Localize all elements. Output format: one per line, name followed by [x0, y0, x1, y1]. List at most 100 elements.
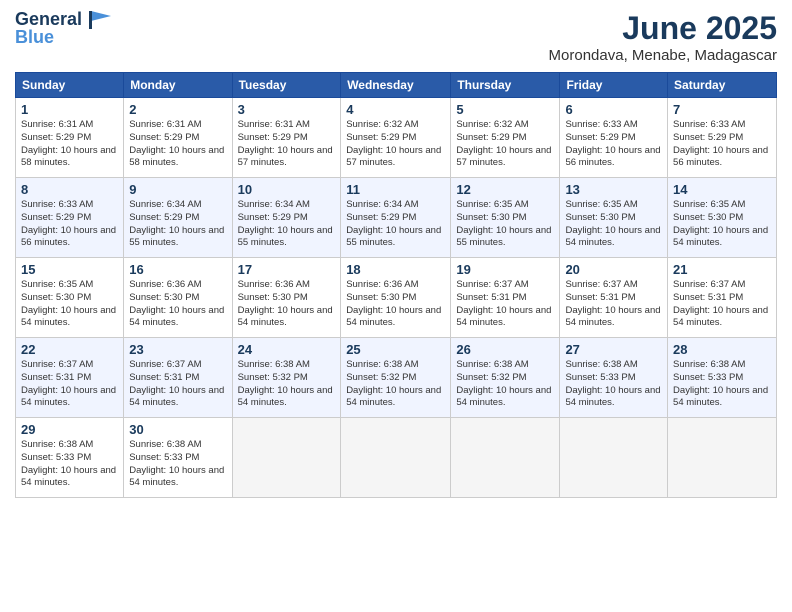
day-number: 5 [456, 102, 554, 117]
calendar-cell: 8Sunrise: 6:33 AMSunset: 5:29 PMDaylight… [16, 178, 124, 258]
day-number: 13 [565, 182, 662, 197]
calendar-cell [232, 418, 341, 498]
day-info: Sunrise: 6:34 AMSunset: 5:29 PMDaylight:… [129, 199, 226, 250]
day-number: 20 [565, 262, 662, 277]
day-number: 23 [129, 342, 226, 357]
calendar-header-wednesday: Wednesday [341, 73, 451, 98]
calendar-cell: 3 Sunrise: 6:31 AMSunset: 5:29 PMDaylight… [232, 98, 341, 178]
calendar-cell: 24Sunrise: 6:38 AMSunset: 5:32 PMDayligh… [232, 338, 341, 418]
day-number: 14 [673, 182, 771, 197]
calendar-header-monday: Monday [124, 73, 232, 98]
logo-flag-icon [89, 11, 111, 29]
calendar-cell: 26Sunrise: 6:38 AMSunset: 5:32 PMDayligh… [451, 338, 560, 418]
calendar-header-row: SundayMondayTuesdayWednesdayThursdayFrid… [16, 73, 777, 98]
day-info: Sunrise: 6:38 AMSunset: 5:33 PMDaylight:… [673, 359, 771, 410]
calendar-cell: 13 Sunrise: 6:35 AMSunset: 5:30 PMDayligh… [560, 178, 668, 258]
calendar-cell: 16 Sunrise: 6:36 AMSunset: 5:30 PMDayligh… [124, 258, 232, 338]
calendar-cell [668, 418, 777, 498]
logo-general: General [15, 9, 82, 29]
location: Morondava, Menabe, Madagascar [549, 47, 777, 64]
calendar-cell [560, 418, 668, 498]
calendar-cell: 28 Sunrise: 6:38 AMSunset: 5:33 PMDayligh… [668, 338, 777, 418]
day-info: Sunrise: 6:36 AMSunset: 5:30 PMDaylight:… [346, 279, 445, 330]
day-number: 26 [456, 342, 554, 357]
day-info: Sunrise: 6:36 AMSunset: 5:30 PMDaylight:… [129, 279, 226, 330]
day-info: Sunrise: 6:34 AMSunset: 5:29 PMDaylight:… [346, 199, 445, 250]
day-info: Sunrise: 6:35 AMSunset: 5:30 PMDaylight:… [565, 199, 662, 250]
calendar: SundayMondayTuesdayWednesdayThursdayFrid… [15, 72, 777, 498]
calendar-cell: 17Sunrise: 6:36 AMSunset: 5:30 PMDayligh… [232, 258, 341, 338]
month-title: June 2025 [549, 10, 777, 47]
day-number: 1 [21, 102, 118, 117]
logo-blue: Blue [15, 28, 113, 48]
day-info: Sunrise: 6:31 AMSunset: 5:29 PMDaylight:… [238, 119, 336, 170]
calendar-cell: 29 Sunrise: 6:38 AMSunset: 5:33 PMDayligh… [16, 418, 124, 498]
day-info: Sunrise: 6:38 AMSunset: 5:33 PMDaylight:… [565, 359, 662, 410]
day-number: 3 [238, 102, 336, 117]
calendar-cell: 11 Sunrise: 6:34 AMSunset: 5:29 PMDayligh… [341, 178, 451, 258]
day-info: Sunrise: 6:35 AMSunset: 5:30 PMDaylight:… [456, 199, 554, 250]
day-info: Sunrise: 6:31 AMSunset: 5:29 PMDaylight:… [129, 119, 226, 170]
calendar-cell: 23 Sunrise: 6:37 AMSunset: 5:31 PMDayligh… [124, 338, 232, 418]
day-info: Sunrise: 6:38 AMSunset: 5:32 PMDaylight:… [346, 359, 445, 410]
day-number: 6 [565, 102, 662, 117]
day-number: 28 [673, 342, 771, 357]
day-number: 11 [346, 182, 445, 197]
calendar-cell: 19Sunrise: 6:37 AMSunset: 5:31 PMDayligh… [451, 258, 560, 338]
calendar-cell: 27 Sunrise: 6:38 AMSunset: 5:33 PMDayligh… [560, 338, 668, 418]
day-number: 30 [129, 422, 226, 437]
page: General Blue June 2025 Morondava, Menabe… [0, 0, 792, 612]
day-number: 4 [346, 102, 445, 117]
day-number: 29 [21, 422, 118, 437]
day-number: 15 [21, 262, 118, 277]
day-number: 2 [129, 102, 226, 117]
day-info: Sunrise: 6:32 AMSunset: 5:29 PMDaylight:… [456, 119, 554, 170]
day-info: Sunrise: 6:37 AMSunset: 5:31 PMDaylight:… [565, 279, 662, 330]
calendar-header-sunday: Sunday [16, 73, 124, 98]
calendar-header-thursday: Thursday [451, 73, 560, 98]
calendar-cell: 18Sunrise: 6:36 AMSunset: 5:30 PMDayligh… [341, 258, 451, 338]
day-number: 25 [346, 342, 445, 357]
day-info: Sunrise: 6:38 AMSunset: 5:33 PMDaylight:… [21, 439, 118, 490]
calendar-cell: 14 Sunrise: 6:35 AMSunset: 5:30 PMDayligh… [668, 178, 777, 258]
day-number: 17 [238, 262, 336, 277]
day-number: 27 [565, 342, 662, 357]
calendar-row: 29 Sunrise: 6:38 AMSunset: 5:33 PMDayligh… [16, 418, 777, 498]
day-info: Sunrise: 6:31 AMSunset: 5:29 PMDaylight:… [21, 119, 118, 170]
day-info: Sunrise: 6:37 AMSunset: 5:31 PMDaylight:… [129, 359, 226, 410]
calendar-cell: 10Sunrise: 6:34 AMSunset: 5:29 PMDayligh… [232, 178, 341, 258]
calendar-cell: 30Sunrise: 6:38 AMSunset: 5:33 PMDayligh… [124, 418, 232, 498]
header: General Blue June 2025 Morondava, Menabe… [15, 10, 777, 64]
day-info: Sunrise: 6:35 AMSunset: 5:30 PMDaylight:… [673, 199, 771, 250]
day-number: 9 [129, 182, 226, 197]
day-number: 16 [129, 262, 226, 277]
calendar-cell: 2 Sunrise: 6:31 AMSunset: 5:29 PMDaylight… [124, 98, 232, 178]
calendar-row: 15 Sunrise: 6:35 AMSunset: 5:30 PMDayligh… [16, 258, 777, 338]
calendar-cell: 21 Sunrise: 6:37 AMSunset: 5:31 PMDayligh… [668, 258, 777, 338]
day-number: 10 [238, 182, 336, 197]
day-info: Sunrise: 6:37 AMSunset: 5:31 PMDaylight:… [673, 279, 771, 330]
day-info: Sunrise: 6:32 AMSunset: 5:29 PMDaylight:… [346, 119, 445, 170]
calendar-header-saturday: Saturday [668, 73, 777, 98]
day-number: 24 [238, 342, 336, 357]
title-block: June 2025 Morondava, Menabe, Madagascar [549, 10, 777, 64]
calendar-cell: 12 Sunrise: 6:35 AMSunset: 5:30 PMDayligh… [451, 178, 560, 258]
day-info: Sunrise: 6:35 AMSunset: 5:30 PMDaylight:… [21, 279, 118, 330]
day-info: Sunrise: 6:37 AMSunset: 5:31 PMDaylight:… [21, 359, 118, 410]
day-info: Sunrise: 6:33 AMSunset: 5:29 PMDaylight:… [673, 119, 771, 170]
calendar-row: 8Sunrise: 6:33 AMSunset: 5:29 PMDaylight… [16, 178, 777, 258]
calendar-cell: 9 Sunrise: 6:34 AMSunset: 5:29 PMDaylight… [124, 178, 232, 258]
day-info: Sunrise: 6:33 AMSunset: 5:29 PMDaylight:… [565, 119, 662, 170]
day-number: 21 [673, 262, 771, 277]
calendar-cell: 22 Sunrise: 6:37 AMSunset: 5:31 PMDayligh… [16, 338, 124, 418]
calendar-header-tuesday: Tuesday [232, 73, 341, 98]
calendar-cell: 4 Sunrise: 6:32 AMSunset: 5:29 PMDaylight… [341, 98, 451, 178]
day-info: Sunrise: 6:37 AMSunset: 5:31 PMDaylight:… [456, 279, 554, 330]
calendar-cell: 6 Sunrise: 6:33 AMSunset: 5:29 PMDaylight… [560, 98, 668, 178]
calendar-cell [451, 418, 560, 498]
day-number: 22 [21, 342, 118, 357]
calendar-row: 1 Sunrise: 6:31 AMSunset: 5:29 PMDaylight… [16, 98, 777, 178]
day-number: 12 [456, 182, 554, 197]
day-number: 7 [673, 102, 771, 117]
calendar-cell: 15 Sunrise: 6:35 AMSunset: 5:30 PMDayligh… [16, 258, 124, 338]
